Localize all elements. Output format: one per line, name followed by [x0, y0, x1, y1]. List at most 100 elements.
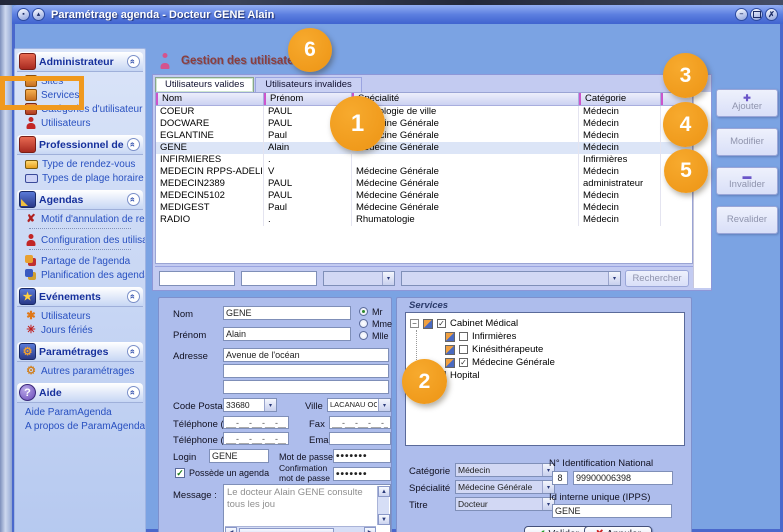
modifier-button[interactable]: Modifier: [716, 128, 778, 156]
annuler-button[interactable]: ✘ Annuler: [584, 526, 652, 532]
search-nom-input[interactable]: [159, 271, 235, 286]
collapse-chevron-icon[interactable]: «: [127, 345, 140, 358]
telephone2-input[interactable]: [223, 432, 289, 445]
close-button[interactable]: [765, 8, 778, 21]
tree-node-medecine-generale[interactable]: ✓Médecine Générale: [408, 356, 682, 369]
code-postal-combo[interactable]: 33680▾: [223, 398, 277, 412]
table-row-medecin5102[interactable]: MEDECIN5102PAULMédecine GénéraleMédecin: [156, 190, 692, 202]
table-row-radio[interactable]: RADIO.RhumatologieMédecin: [156, 214, 692, 226]
sidebar-item-autres-parametrages[interactable]: ⚙Autres paramétrages: [25, 364, 145, 378]
restore-button[interactable]: [750, 8, 763, 21]
invalider-button[interactable]: ▬ Invalider: [716, 167, 778, 195]
system-menu-button[interactable]: [17, 8, 30, 21]
collapse-chevron-icon[interactable]: «: [127, 55, 140, 68]
adresse-input-1[interactable]: [223, 348, 389, 362]
tree-checkbox[interactable]: [459, 332, 468, 341]
sidebar-section-agendas[interactable]: Agendas«: [17, 190, 143, 210]
tab-utilisateurs-invalides[interactable]: Utilisateurs invalides: [255, 77, 362, 92]
chevron-down-icon[interactable]: ▾: [264, 399, 276, 411]
chevron-down-icon[interactable]: ▾: [608, 272, 620, 285]
sidebar-item-jours-feries[interactable]: ✳Jours fériés: [25, 323, 145, 337]
sidebar-item-types-de-plage-horaire[interactable]: Types de plage horaire: [25, 171, 145, 185]
fax-input[interactable]: [329, 416, 391, 429]
collapse-chevron-icon[interactable]: «: [127, 290, 140, 303]
categorie-combo[interactable]: Médecin▾: [455, 463, 555, 477]
tree-checkbox[interactable]: ✓: [459, 358, 468, 367]
table-row-coeur[interactable]: COEURPAULCardiologie de villeMédecin: [156, 106, 692, 118]
column-header-specialite[interactable]: Spécialité: [352, 93, 579, 105]
radio-mlle[interactable]: [359, 331, 368, 340]
scrollbar-thumb[interactable]: [239, 528, 334, 532]
nom-input[interactable]: [223, 306, 351, 320]
sidebar-section-administrateur[interactable]: Administrateur«: [17, 52, 143, 72]
possede-agenda-checkbox[interactable]: ✓: [175, 468, 185, 478]
minimize-button[interactable]: [735, 8, 748, 21]
search-categorie-combo[interactable]: ▾: [401, 271, 621, 286]
login-input[interactable]: [209, 449, 269, 463]
sidebar-section-aide[interactable]: ?Aide«: [17, 383, 143, 403]
rollup-button[interactable]: [32, 8, 45, 21]
chevron-down-icon[interactable]: ▾: [378, 399, 390, 411]
search-prenom-input[interactable]: [241, 271, 317, 286]
sidebar-section-parametrages[interactable]: ⚙Paramétrages«: [17, 342, 143, 362]
tree-node-hopital[interactable]: +✓Hopital: [408, 369, 682, 382]
telephone1-input[interactable]: [223, 416, 289, 429]
sidebar-item-partage-de-l-agenda[interactable]: Partage de l'agenda: [25, 254, 145, 268]
table-row-docware[interactable]: DOCWAREPAULMédecine GénéraleMédecin: [156, 118, 692, 130]
sidebar-section-evenements[interactable]: ★Evénements«: [17, 287, 143, 307]
collapse-chevron-icon[interactable]: «: [127, 138, 140, 151]
sidebar-section-professionnel-de-sa[interactable]: Professionnel de sa...«: [17, 135, 143, 155]
specialite-combo[interactable]: Médecine Générale▾: [455, 480, 555, 494]
table-row-medecin2389[interactable]: MEDECIN2389PAULMédecine Généraleadminist…: [156, 178, 692, 190]
adresse-input-2[interactable]: [223, 364, 389, 378]
chevron-down-icon[interactable]: ▾: [382, 272, 394, 285]
message-hscrollbar[interactable]: ◀ ▶: [225, 526, 376, 532]
sidebar-item-aide-paramagenda[interactable]: Aide ParamAgenda: [25, 405, 145, 419]
titre-combo[interactable]: Docteur▾: [455, 497, 555, 511]
tree-node-kinesitherapeute[interactable]: Kinésithérapeute: [408, 343, 682, 356]
prenom-input[interactable]: [223, 327, 351, 341]
column-header-categorie[interactable]: Catégorie: [579, 93, 661, 105]
tab-utilisateurs-valides[interactable]: Utilisateurs valides: [155, 77, 254, 92]
scroll-down-icon[interactable]: ▼: [378, 514, 390, 525]
table-row-medecin-rpps-adeli[interactable]: MEDECIN RPPS-ADELIVMédecine GénéraleMéde…: [156, 166, 692, 178]
scroll-right-icon[interactable]: ▶: [364, 527, 376, 532]
message-textarea[interactable]: Le docteur Alain GENE consulte tous les …: [223, 484, 391, 532]
sidebar-item-utilisateurs[interactable]: ✱Utilisateurs: [25, 309, 145, 323]
search-specialite-combo[interactable]: ▾: [323, 271, 395, 286]
tree-checkbox[interactable]: [459, 345, 468, 354]
sidebar-item-utilisateurs[interactable]: Utilisateurs: [25, 116, 145, 130]
scroll-up-icon[interactable]: ▲: [378, 486, 390, 497]
collapse-chevron-icon[interactable]: «: [127, 386, 140, 399]
table-row-infirmieres[interactable]: INFIRMIERES.Infirmières: [156, 154, 692, 166]
radio-mme[interactable]: [359, 319, 368, 328]
tree-node-cabinet-medical[interactable]: −✓Cabinet Médical: [408, 317, 682, 330]
ajouter-button[interactable]: ✚ Ajouter: [716, 89, 778, 117]
valider-button[interactable]: ✔ Valider: [524, 526, 592, 532]
collapse-chevron-icon[interactable]: «: [127, 193, 140, 206]
table-row-gene[interactable]: GENEAlainMédecine GénéraleMédecin: [156, 142, 692, 154]
message-vscrollbar[interactable]: ▲ ▼: [377, 486, 389, 525]
sidebar-item-motif-d-annulation-de-rendez-v[interactable]: ✘Motif d'annulation de rendez-v...: [25, 212, 145, 226]
tree-node-infirmieres[interactable]: Infirmières: [408, 330, 682, 343]
ville-combo[interactable]: LACANAU OCEAN▾: [327, 398, 391, 412]
rechercher-button[interactable]: Rechercher: [625, 270, 689, 287]
column-header-nom[interactable]: Nom: [156, 93, 264, 105]
confirmation-input[interactable]: [333, 467, 391, 481]
ipps-input[interactable]: [552, 504, 672, 518]
revalider-button[interactable]: Revalider: [716, 206, 778, 234]
radio-mr[interactable]: [359, 307, 368, 316]
tree-checkbox[interactable]: ✓: [437, 319, 446, 328]
mot-de-passe-input[interactable]: [333, 449, 391, 463]
sidebar-item-type-de-rendez-vous[interactable]: Type de rendez-vous: [25, 157, 145, 171]
table-row-medigest[interactable]: MEDIGESTPaulMédecine GénéraleMédecin: [156, 202, 692, 214]
id-national-prefix-input[interactable]: [552, 471, 568, 485]
collapse-icon[interactable]: −: [410, 319, 419, 328]
id-national-input[interactable]: [573, 471, 673, 485]
sidebar-item-planification-des-agendas[interactable]: Planification des agendas: [25, 268, 145, 282]
sidebar-item-configuration-des-utilisateurs[interactable]: Configuration des utilisateurs: [25, 233, 145, 247]
adresse-input-3[interactable]: [223, 380, 389, 394]
table-row-eglantine[interactable]: EGLANTINEPaulMédecine GénéraleMédecin: [156, 130, 692, 142]
email-input[interactable]: [329, 432, 391, 445]
scroll-left-icon[interactable]: ◀: [225, 527, 237, 532]
